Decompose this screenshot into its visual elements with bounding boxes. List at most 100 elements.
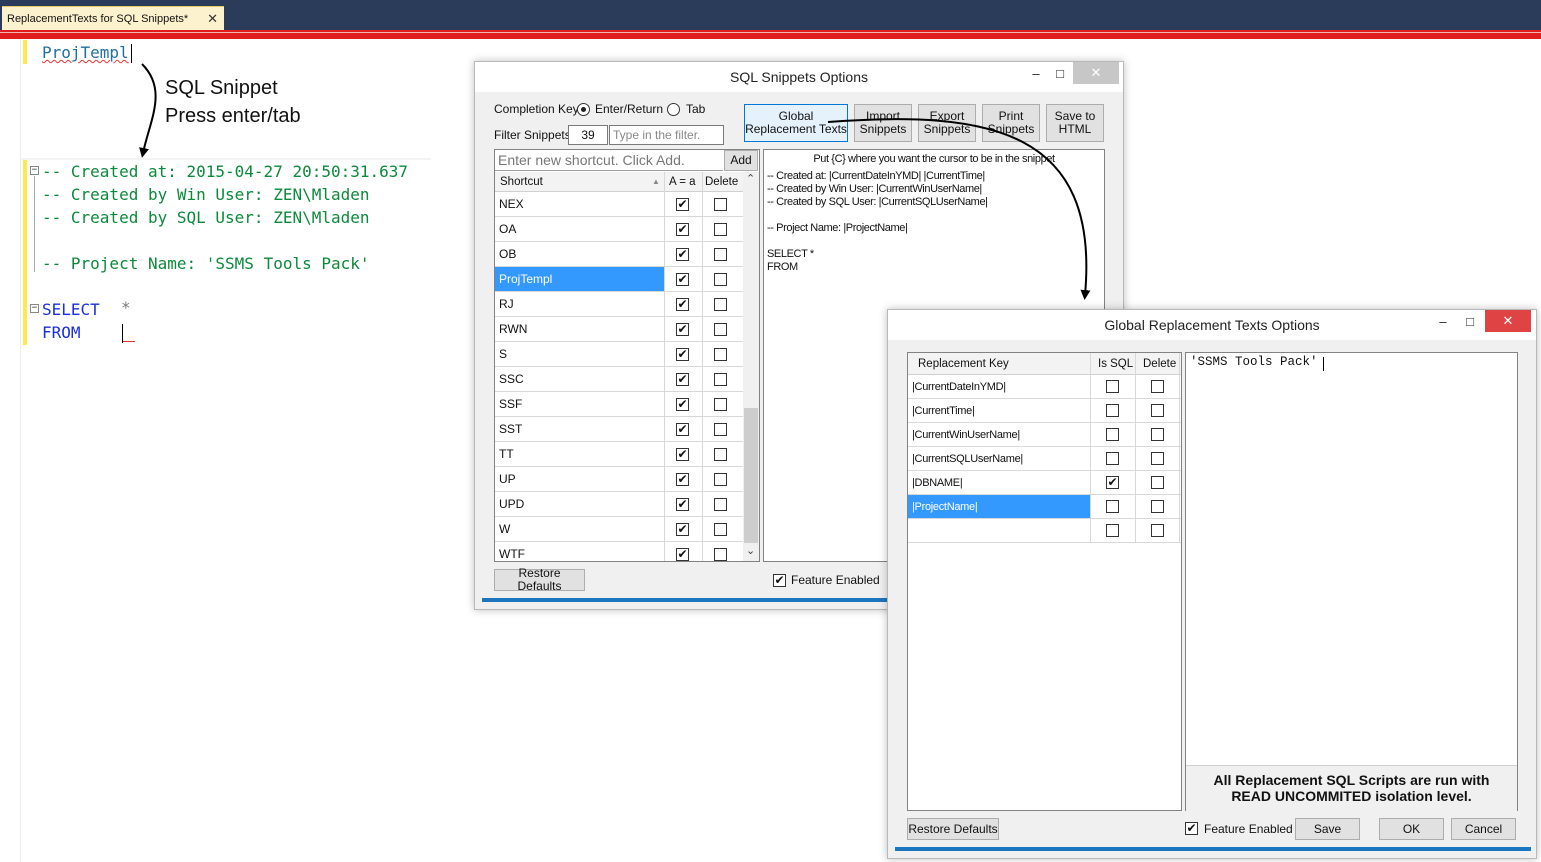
table-row[interactable]: SSF ✔ [495,392,743,417]
replacement-key-cell[interactable]: |CurrentDateInYMD| [908,375,1090,398]
case-sensitive-checkbox[interactable]: ✔ [676,548,689,561]
scroll-down-icon[interactable]: ⌄ [746,544,755,557]
case-sensitive-checkbox[interactable]: ✔ [676,248,689,261]
case-sensitive-checkbox[interactable]: ✔ [676,498,689,511]
delete-checkbox[interactable] [714,248,727,261]
case-sensitive-checkbox[interactable]: ✔ [676,473,689,486]
replacement-key-cell[interactable] [908,519,1090,542]
delete-checkbox[interactable] [714,323,727,336]
shortcut-cell[interactable]: SST [495,417,664,441]
feature-enabled-checkbox[interactable]: ✔ [773,574,786,587]
column-header-shortcut[interactable]: Shortcut [500,176,543,188]
scroll-thumb[interactable] [744,408,758,543]
table-row[interactable]: UP ✔ [495,467,743,492]
delete-checkbox[interactable] [714,398,727,411]
feature-enabled-checkbox[interactable]: ✔ [1185,822,1198,835]
global-replacement-texts-button[interactable]: Global Replacement Texts [744,104,848,142]
delete-checkbox[interactable] [714,448,727,461]
delete-checkbox[interactable] [1151,500,1164,513]
table-row[interactable]: |CurrentTime| [908,399,1181,423]
delete-checkbox[interactable] [714,423,727,436]
maximize-icon[interactable]: □ [1455,310,1485,332]
is-sql-checkbox[interactable] [1106,500,1119,513]
table-row[interactable]: |CurrentDateInYMD| [908,375,1181,399]
close-icon[interactable]: ✕ [1073,62,1119,84]
delete-checkbox[interactable] [1151,404,1164,417]
feature-enabled-label[interactable]: Feature Enabled [1204,822,1293,836]
replacement-key-cell[interactable]: |CurrentSQLUserName| [908,447,1090,470]
delete-checkbox[interactable] [714,523,727,536]
table-row[interactable] [908,519,1181,543]
document-tab[interactable]: ReplacementTexts for SQL Snippets* ✕ [2,6,224,30]
filter-input[interactable]: Type in the filter. [609,125,724,145]
replacement-value-editor[interactable]: 'SSMS Tools Pack' All Replacement SQL Sc… [1185,352,1518,811]
table-row[interactable]: ProjTempl ✔ [495,267,743,292]
radio-tab-label[interactable]: Tab [686,102,705,116]
shortcut-cell[interactable]: UP [495,467,664,491]
replacement-key-cell[interactable]: |ProjectName| [908,495,1090,518]
table-row[interactable]: RJ ✔ [495,292,743,317]
feature-enabled-label[interactable]: Feature Enabled [791,573,880,587]
table-row[interactable]: NEX ✔ [495,192,743,217]
case-sensitive-checkbox[interactable]: ✔ [676,223,689,236]
restore-defaults-button[interactable]: Restore Defaults [494,567,585,593]
case-sensitive-checkbox[interactable]: ✔ [676,398,689,411]
minimize-icon[interactable]: – [1428,310,1458,332]
shortcut-cell[interactable]: OA [495,217,664,241]
table-row[interactable]: TT ✔ [495,442,743,467]
replacement-key-cell[interactable]: |CurrentTime| [908,399,1090,422]
delete-checkbox[interactable] [714,498,727,511]
delete-checkbox[interactable] [714,473,727,486]
replacement-key-cell[interactable]: |CurrentWinUserName| [908,423,1090,446]
delete-checkbox[interactable] [1151,476,1164,489]
delete-checkbox[interactable] [714,298,727,311]
table-row[interactable]: SSC ✔ [495,367,743,392]
case-sensitive-checkbox[interactable]: ✔ [676,448,689,461]
fold-toggle-icon[interactable]: − [30,166,39,175]
table-row[interactable]: |DBNAME| ✔ [908,471,1181,495]
radio-enter-return-label[interactable]: Enter/Return [595,102,663,116]
table-row[interactable]: |CurrentSQLUserName| [908,447,1181,471]
shortcut-cell[interactable]: WTF [495,542,664,561]
export-snippets-button[interactable]: Export Snippets [918,104,976,142]
cancel-button[interactable]: Cancel [1451,818,1516,840]
table-row[interactable]: RWN ✔ [495,317,743,342]
import-snippets-button[interactable]: Import Snippets [854,104,912,142]
shortcut-cell[interactable]: UPD [495,492,664,516]
fold-toggle-icon[interactable]: − [30,304,39,313]
case-sensitive-checkbox[interactable]: ✔ [676,273,689,286]
column-header-replacement-key[interactable]: Replacement Key [918,358,1009,370]
shortcut-cell[interactable]: S [495,342,664,366]
table-row[interactable]: W ✔ [495,517,743,542]
table-row[interactable]: UPD ✔ [495,492,743,517]
delete-checkbox[interactable] [714,198,727,211]
delete-checkbox[interactable] [714,348,727,361]
column-header-delete[interactable]: Delete [705,176,738,188]
delete-checkbox[interactable] [1151,380,1164,393]
case-sensitive-checkbox[interactable]: ✔ [676,348,689,361]
column-header-is-sql[interactable]: Is SQL [1098,358,1133,370]
shortcut-cell[interactable]: RJ [495,292,664,316]
close-icon[interactable]: ✕ [1485,310,1531,332]
grid-scrollbar[interactable]: ⌃ ⌄ [743,172,759,561]
case-sensitive-checkbox[interactable]: ✔ [676,423,689,436]
is-sql-checkbox[interactable] [1106,524,1119,537]
shortcut-cell[interactable]: SSF [495,392,664,416]
ok-button[interactable]: OK [1379,818,1444,840]
is-sql-checkbox[interactable]: ✔ [1106,476,1119,489]
close-icon[interactable]: ✕ [207,11,218,27]
shortcut-cell[interactable]: W [495,517,664,541]
table-row[interactable]: S ✔ [495,342,743,367]
case-sensitive-checkbox[interactable]: ✔ [676,373,689,386]
shortcut-cell[interactable]: NEX [495,192,664,216]
delete-checkbox[interactable] [1151,452,1164,465]
delete-checkbox[interactable] [714,223,727,236]
replacement-key-cell[interactable]: |DBNAME| [908,471,1090,494]
delete-checkbox[interactable] [714,548,727,561]
save-to-html-button[interactable]: Save to HTML [1046,104,1104,142]
case-sensitive-checkbox[interactable]: ✔ [676,323,689,336]
scroll-up-icon[interactable]: ⌃ [746,172,755,185]
case-sensitive-checkbox[interactable]: ✔ [676,298,689,311]
shortcut-cell[interactable]: OB [495,242,664,266]
shortcut-cell[interactable]: SSC [495,367,664,391]
